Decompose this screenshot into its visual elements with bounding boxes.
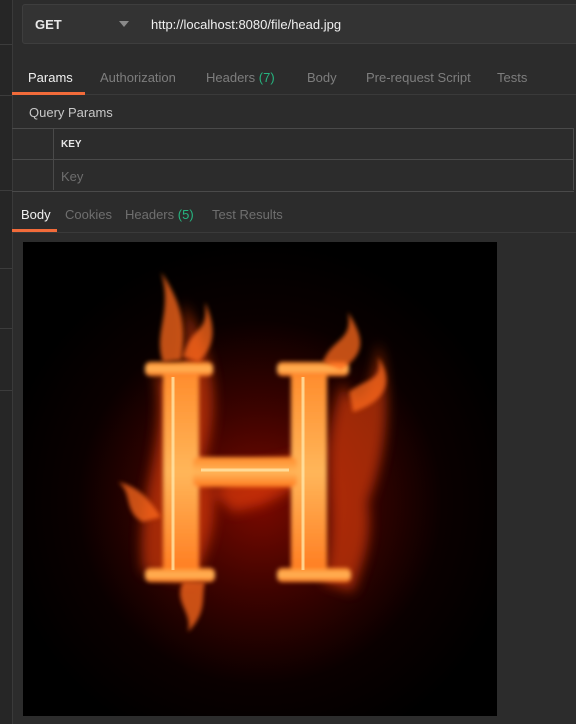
key-input[interactable]: Key — [61, 169, 83, 184]
params-table: KEY Key — [12, 128, 574, 192]
tab-test-results[interactable]: Test Results — [212, 207, 283, 222]
response-headers-count: (5) — [177, 207, 194, 222]
tab-tests[interactable]: Tests — [497, 70, 527, 85]
tab-response-body[interactable]: Body — [21, 207, 51, 222]
request-bar: GET http://localhost:8080/file/head.jpg — [22, 4, 576, 44]
params-header-row: KEY — [12, 129, 574, 160]
method-select[interactable]: GET — [22, 4, 140, 44]
flaming-h-image — [23, 242, 497, 716]
row-check-cell[interactable] — [12, 160, 54, 190]
tab-response-headers[interactable]: Headers (5) — [125, 207, 194, 222]
headers-count: (7) — [258, 70, 275, 85]
tab-headers[interactable]: Headers (7) — [206, 70, 275, 85]
chevron-down-icon — [119, 21, 129, 27]
left-sidebar-strip — [0, 0, 13, 724]
query-params-title: Query Params — [29, 105, 113, 120]
response-tabs: Body Cookies Headers (5) Test Results — [12, 200, 576, 233]
key-column-header: KEY — [61, 139, 82, 150]
url-input[interactable]: http://localhost:8080/file/head.jpg — [139, 4, 576, 44]
response-image-flaming-h — [23, 242, 497, 716]
tab-cookies[interactable]: Cookies — [65, 207, 112, 222]
active-response-tab-indicator — [12, 229, 57, 232]
tab-pre-request-script[interactable]: Pre-request Script — [366, 70, 471, 85]
active-tab-indicator — [12, 92, 85, 95]
tab-params[interactable]: Params — [28, 70, 73, 85]
request-tabs: Params Authorization Headers (7) Body Pr… — [12, 60, 576, 95]
tab-body[interactable]: Body — [307, 70, 337, 85]
method-label: GET — [35, 17, 62, 32]
params-input-row: Key — [12, 160, 574, 190]
url-text: http://localhost:8080/file/head.jpg — [151, 17, 342, 32]
tab-authorization[interactable]: Authorization — [100, 70, 176, 85]
header-check-cell — [12, 129, 54, 159]
